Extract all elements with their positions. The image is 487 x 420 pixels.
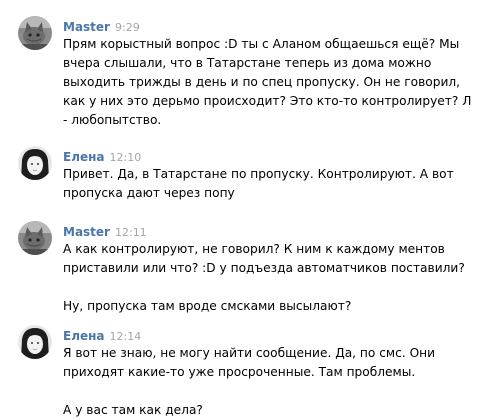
avatar[interactable]	[18, 221, 52, 255]
girl-avatar-icon	[18, 325, 52, 359]
message-item: Елена 12:10 Привет. Да, в Татарстане по п…	[0, 146, 487, 206]
author-name[interactable]: Елена	[63, 329, 105, 343]
girl-avatar-icon	[18, 146, 52, 180]
message-paragraph: А у вас там как дела?	[63, 403, 203, 417]
author-name[interactable]: Master	[63, 20, 110, 34]
cat-avatar-icon	[18, 16, 52, 50]
message-text: Я вот не знаю, не могу найти сообщение. …	[63, 344, 475, 420]
message-text: А как контролируют, не говорил? К ним к …	[63, 240, 475, 316]
message-paragraph: А как контролируют, не говорил? К ним к …	[63, 242, 465, 275]
message-time[interactable]: 12:10	[110, 151, 142, 164]
message-paragraph: Привет. Да, в Татарстане по пропуску. Ко…	[63, 167, 454, 200]
message-header: Master 9:29	[63, 16, 140, 34]
message-time[interactable]: 9:29	[115, 21, 140, 34]
message-header: Master 12:11	[63, 221, 147, 239]
message-header: Елена 12:14	[63, 325, 142, 343]
message-item: Елена 12:14 Я вот не знаю, не могу найти …	[0, 325, 487, 417]
message-item: Master 9:29 Прям корыстный вопрос :D ты с…	[0, 16, 487, 128]
message-paragraph: Ну, пропуска там вроде смсками высылают?	[63, 299, 352, 313]
avatar[interactable]	[18, 146, 52, 180]
author-name[interactable]: Елена	[63, 150, 105, 164]
message-time[interactable]: 12:11	[115, 226, 147, 239]
message-item: Master 12:11 А как контролируют, не говор…	[0, 221, 487, 313]
message-paragraph: Прям корыстный вопрос :D ты с Аланом общ…	[63, 37, 472, 127]
cat-avatar-icon	[18, 221, 52, 255]
message-text: Прям корыстный вопрос :D ты с Аланом общ…	[63, 35, 475, 130]
message-feed: Master 9:29 Прям корыстный вопрос :D ты с…	[0, 0, 487, 420]
message-text: Привет. Да, в Татарстане по пропуску. Ко…	[63, 165, 475, 203]
avatar[interactable]	[18, 16, 52, 50]
message-paragraph: Я вот не знаю, не могу найти сообщение. …	[63, 346, 436, 379]
avatar[interactable]	[18, 325, 52, 359]
message-header: Елена 12:10	[63, 146, 142, 164]
author-name[interactable]: Master	[63, 225, 110, 239]
message-time[interactable]: 12:14	[110, 330, 142, 343]
